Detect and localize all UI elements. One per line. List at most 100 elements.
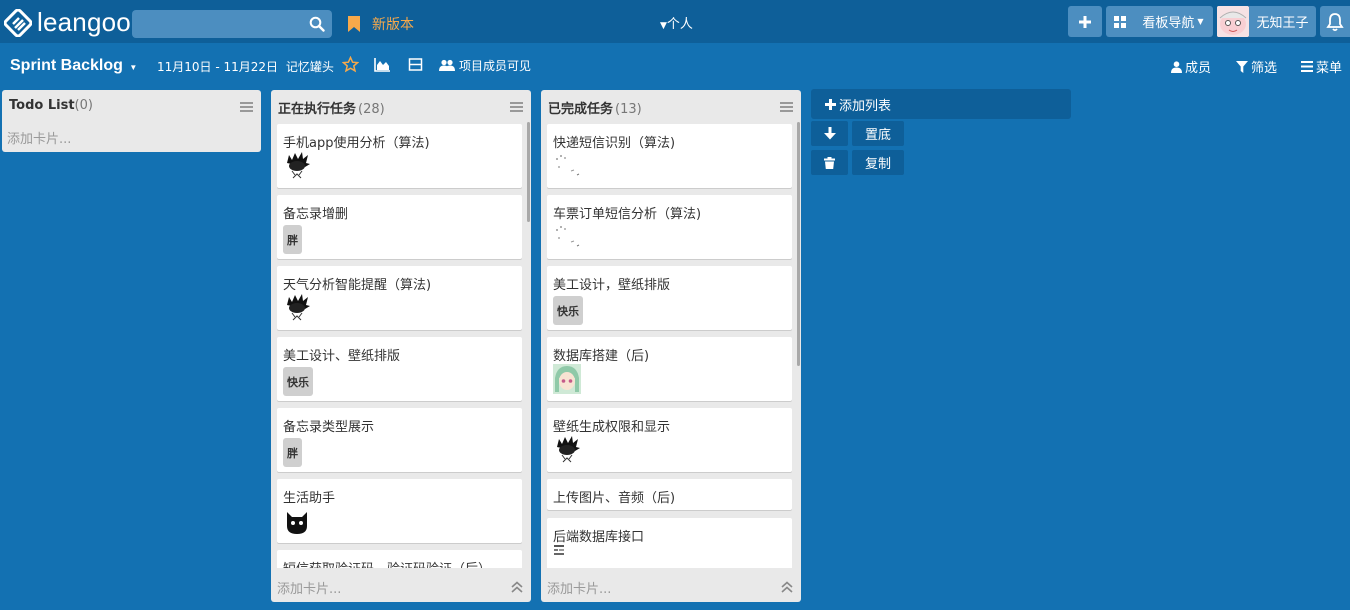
new-version-link[interactable]: 新版本 — [347, 14, 414, 34]
card-title: 上传图片、音频（后) — [553, 491, 676, 506]
bell-icon — [1326, 12, 1344, 31]
card[interactable]: 上传图片、音频（后) — [547, 479, 792, 510]
area-chart-icon[interactable] — [374, 56, 391, 73]
card[interactable]: 快递短信识别（算法) — [547, 124, 792, 188]
card-title: 手机app使用分析（算法) — [283, 136, 430, 151]
copy-button[interactable]: 复制 — [852, 150, 904, 175]
double-chevron-up-icon[interactable] — [511, 581, 523, 593]
list-count: (28) — [358, 102, 385, 117]
plus-icon — [825, 98, 836, 110]
board-nav-dropdown[interactable]: 看板导航 ▼ — [1133, 6, 1213, 37]
add-card-link[interactable]: 添加卡片... — [547, 578, 611, 597]
copy-label: 复制 — [864, 157, 891, 172]
move-to-bottom-button[interactable]: 置底 — [852, 121, 904, 146]
list-scrollbar[interactable] — [527, 122, 530, 222]
delete-icon-button[interactable] — [811, 150, 848, 175]
filter-button[interactable]: 筛选 — [1236, 57, 1277, 76]
card[interactable]: 备忘录增删 胖 — [277, 195, 522, 259]
caret-down-icon: ▼ — [1197, 17, 1204, 26]
top-navbar: leangoo 新版本 ▼个人 看板导航 ▼ 无知王子 — [0, 0, 1350, 43]
visibility-setting[interactable]: 项目成员可见 — [439, 57, 531, 74]
logo-text: leangoo — [37, 7, 131, 37]
card-title: 壁纸生成权限和显示 — [553, 420, 671, 435]
add-button[interactable] — [1068, 6, 1102, 37]
list-name: 正在执行任务 — [278, 102, 357, 117]
user-avatar[interactable] — [1217, 6, 1249, 37]
card-title: 美工设计、壁纸排版 — [283, 349, 401, 364]
card[interactable]: 车票订单短信分析（算法) — [547, 195, 792, 259]
sketch-avatar — [556, 155, 580, 176]
board-menu-button[interactable]: 菜单 — [1301, 57, 1342, 76]
spiky-hair-avatar — [287, 294, 310, 321]
list-title[interactable]: 已完成任务 (13) — [548, 98, 642, 117]
card[interactable]: 美工设计、壁纸排版 快乐 — [277, 337, 522, 401]
list-menu-icon[interactable] — [780, 102, 793, 112]
board-title: Sprint Backlog — [10, 57, 123, 74]
personal-dropdown[interactable]: ▼个人 — [660, 13, 693, 32]
sketch-avatar — [556, 226, 580, 247]
add-list-label: 添加列表 — [839, 98, 892, 114]
trash-icon — [824, 156, 835, 169]
search-input[interactable] — [132, 10, 332, 38]
search-box — [132, 10, 332, 38]
caret-down-icon: ▼ — [660, 21, 667, 31]
users-icon — [439, 59, 455, 71]
add-card-link[interactable]: 添加卡片... — [7, 128, 71, 147]
move-to-bottom-label: 置底 — [864, 128, 891, 143]
card-title: 数据库搭建（后) — [553, 349, 650, 364]
card-title: 备忘录增删 — [283, 207, 349, 222]
plus-icon — [1079, 15, 1091, 28]
logo[interactable]: leangoo — [4, 7, 131, 38]
card[interactable]: 美工设计，壁纸排版 快乐 — [547, 266, 792, 330]
card[interactable]: 后端数据库接口 — [547, 518, 792, 568]
card[interactable]: 短信获取验证码，验证码验证（后） — [277, 550, 522, 568]
list-title[interactable]: 正在执行任务 (28) — [278, 98, 385, 117]
leangoo-logo-icon — [4, 8, 32, 37]
members-button[interactable]: 成员 — [1171, 57, 1211, 76]
list-menu-icon[interactable] — [510, 102, 523, 112]
card-title: 短信获取验证码，验证码验证（后） — [283, 558, 491, 568]
card[interactable]: 天气分析智能提醒（算法) — [277, 266, 522, 330]
list-name: 已完成任务 — [548, 102, 614, 117]
add-card-link[interactable]: 添加卡片... — [277, 578, 341, 597]
board-grid-button[interactable] — [1106, 6, 1133, 37]
card[interactable]: 备忘录类型展示 胖 — [277, 408, 522, 472]
caret-down-icon: ▼ — [129, 63, 138, 72]
double-chevron-up-icon[interactable] — [781, 581, 793, 593]
card[interactable]: 数据库搭建（后) — [547, 337, 792, 401]
list-count: (0) — [74, 98, 93, 113]
card-title: 美工设计，壁纸排版 — [553, 278, 671, 293]
board-header: Sprint Backlog ▼ 11月10日 - 11月22日 记忆罐头 项目… — [0, 43, 1350, 88]
star-icon[interactable] — [342, 56, 359, 73]
card-label: 快乐 — [553, 296, 583, 325]
list-title[interactable]: Todo List(0) — [9, 98, 93, 113]
notifications-button[interactable] — [1320, 6, 1350, 37]
sprint-date-range[interactable]: 11月10日 - 11月22日 记忆罐头 — [157, 58, 334, 75]
card-title: 天气分析智能提醒（算法) — [283, 278, 432, 293]
panel-toggle-icon[interactable] — [407, 56, 424, 73]
username-button[interactable]: 无知王子 — [1249, 6, 1316, 37]
card-title: 快递短信识别（算法) — [553, 136, 676, 151]
user-icon — [1171, 60, 1182, 73]
search-icon[interactable] — [309, 16, 325, 32]
move-to-bottom-icon-button[interactable] — [811, 121, 848, 146]
list-menu-icon[interactable] — [240, 102, 253, 112]
filter-label: 筛选 — [1251, 61, 1278, 76]
card[interactable]: 手机app使用分析（算法) — [277, 124, 522, 188]
card-list: 手机app使用分析（算法) 备忘录增删 胖 天气分析智能提醒（算法) 美工设计、… — [277, 124, 527, 568]
list-todo: Todo List(0) 添加卡片... — [2, 90, 261, 152]
small-icon-avatar — [554, 545, 564, 555]
card[interactable]: 壁纸生成权限和显示 — [547, 408, 792, 472]
list-scrollbar[interactable] — [797, 122, 800, 366]
card-label: 胖 — [283, 438, 302, 467]
card[interactable]: 生活助手 — [277, 479, 522, 543]
grid-icon — [1113, 15, 1126, 28]
hamburger-icon — [1301, 61, 1313, 72]
board-title-dropdown[interactable]: Sprint Backlog ▼ — [10, 57, 137, 75]
list-done: 已完成任务 (13) 快递短信识别（算法) 车票订单短信分析（算法) 美工设计，壁… — [541, 90, 801, 602]
card-label: 快乐 — [283, 367, 313, 396]
add-list-button[interactable]: 添加列表 — [811, 89, 1071, 119]
anime-avatar — [553, 364, 581, 394]
members-label: 成员 — [1185, 61, 1212, 76]
board-nav-label: 看板导航 — [1142, 16, 1195, 31]
